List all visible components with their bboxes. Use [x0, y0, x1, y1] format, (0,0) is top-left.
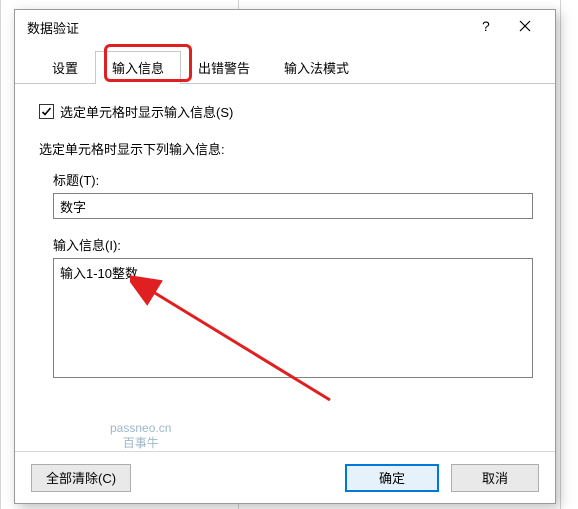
- tab-row: 设置 输入信息 出错警告 输入法模式: [15, 44, 555, 84]
- show-input-message-label: 选定单元格时显示输入信息(S): [60, 102, 233, 121]
- close-button[interactable]: [503, 13, 547, 41]
- section-label: 选定单元格时显示下列输入信息:: [39, 139, 531, 158]
- clear-all-button[interactable]: 全部清除(C): [31, 464, 131, 492]
- titlebar: 数据验证 ?: [15, 10, 555, 44]
- tab-error-alert[interactable]: 出错警告: [181, 51, 267, 84]
- ok-button[interactable]: 确定: [345, 464, 439, 492]
- check-icon: [41, 106, 52, 117]
- close-icon: [519, 20, 531, 35]
- show-input-message-row[interactable]: 选定单元格时显示输入信息(S): [39, 102, 531, 121]
- message-field-label: 输入信息(I):: [53, 235, 531, 254]
- help-icon: ?: [479, 19, 493, 36]
- cancel-button[interactable]: 取消: [451, 464, 539, 492]
- dialog-button-row: 全部清除(C) 确定 取消: [15, 451, 555, 503]
- svg-text:?: ?: [482, 19, 490, 33]
- dialog-title: 数据验证: [27, 18, 469, 37]
- message-textarea[interactable]: [53, 258, 533, 378]
- tab-settings[interactable]: 设置: [35, 51, 95, 84]
- tab-ime-mode[interactable]: 输入法模式: [267, 51, 366, 84]
- show-input-message-checkbox[interactable]: [39, 104, 54, 119]
- title-field-label: 标题(T):: [53, 170, 531, 189]
- tab-input-message[interactable]: 输入信息: [95, 51, 181, 84]
- data-validation-dialog: 数据验证 ? 设置 输入信息 出错警告 输入法模式: [14, 9, 556, 504]
- dialog-body: 选定单元格时显示输入信息(S) 选定单元格时显示下列输入信息: 标题(T): 输…: [15, 84, 555, 378]
- title-input[interactable]: [53, 193, 533, 219]
- help-button[interactable]: ?: [469, 13, 503, 41]
